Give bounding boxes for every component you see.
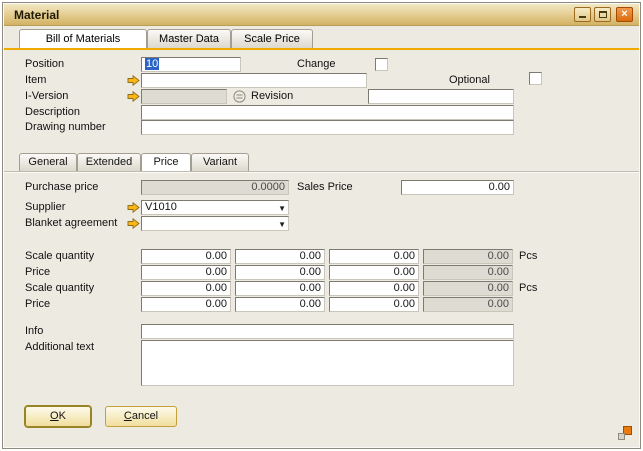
window-title: Material [14,8,59,22]
revision-input[interactable] [368,89,514,104]
cancel-label: Cancel [106,407,176,426]
position-selected-text: 10 [145,58,159,70]
unit-label: Pcs [519,281,537,296]
additional-text-label: Additional text [25,340,94,355]
unit-label: Pcs [519,249,537,264]
tab-price[interactable]: Price [141,153,191,171]
tab-bill-of-materials[interactable]: Bill of Materials [19,29,147,48]
tab-scale-price[interactable]: Scale Price [231,29,313,48]
sales-price-label: Sales Price [297,180,353,195]
sales-price-input[interactable]: 0.00 [401,180,514,195]
supplier-value: V1010 [145,202,177,213]
price-input: 0.00 [423,297,513,312]
dropdown-icon[interactable]: ▼ [278,203,286,214]
link-arrow-icon[interactable] [127,202,140,213]
description-label: Description [25,105,80,120]
supplier-label: Supplier [25,200,65,215]
item-input[interactable] [141,73,367,88]
scale-quantity-input[interactable]: 0.00 [329,281,419,296]
scale-quantity-input: 0.00 [423,281,513,296]
position-input[interactable]: 10 [141,57,241,72]
link-arrow-icon[interactable] [127,75,140,86]
link-arrow-icon[interactable] [127,91,140,102]
close-icon: × [621,8,627,20]
price-row-label: Price [25,265,50,280]
price-input[interactable]: 0.00 [329,297,419,312]
drawing-number-input[interactable] [141,120,514,135]
minimize-button[interactable] [574,7,591,22]
minimize-icon [579,16,586,18]
price-input: 0.00 [423,265,513,280]
revision-label: Revision [251,89,293,104]
purchase-price-label: Purchase price [25,180,98,195]
info-label: Info [25,324,43,339]
ok-button[interactable]: OK [25,406,91,427]
change-checkbox[interactable] [375,58,388,71]
change-label: Change [297,57,336,72]
price-row-label: Price [25,297,50,312]
scale-quantity-input[interactable]: 0.00 [141,249,231,264]
position-label: Position [25,57,64,72]
optional-label: Optional [449,73,490,88]
drawing-number-label: Drawing number [25,120,106,135]
optional-checkbox[interactable] [529,72,542,85]
supplier-select[interactable]: V1010 ▼ [141,200,289,215]
tab-variant[interactable]: Variant [191,153,249,171]
scale-quantity-label: Scale quantity [25,249,94,264]
blanket-agreement-label: Blanket agreement [25,216,117,231]
item-label: Item [25,73,46,88]
iversion-input [141,89,227,104]
maximize-icon [599,11,607,18]
cancel-button[interactable]: Cancel [105,406,177,427]
tab-master-data[interactable]: Master Data [147,29,231,48]
additional-text-input[interactable] [141,340,514,386]
resize-grip-icon[interactable] [618,426,632,440]
scale-quantity-label: Scale quantity [25,281,94,296]
ok-label: OK [26,407,90,426]
scale-quantity-input[interactable]: 0.00 [329,249,419,264]
purchase-price-input: 0.0000 [141,180,289,195]
link-arrow-icon[interactable] [127,218,140,229]
dropdown-icon[interactable]: ▼ [278,219,286,230]
tab-general[interactable]: General [19,153,77,171]
price-input[interactable]: 0.00 [329,265,419,280]
scale-quantity-input[interactable]: 0.00 [141,281,231,296]
description-input[interactable] [141,105,514,120]
scale-quantity-input[interactable]: 0.00 [235,281,325,296]
scale-quantity-input[interactable]: 0.00 [235,249,325,264]
iversion-label: I-Version [25,89,68,104]
tab-accent-line [4,48,639,50]
price-input[interactable]: 0.00 [141,265,231,280]
price-input[interactable]: 0.00 [235,297,325,312]
close-button[interactable]: × [616,7,633,22]
blanket-agreement-select[interactable]: ▼ [141,216,289,231]
price-input[interactable]: 0.00 [235,265,325,280]
tab-extended[interactable]: Extended [77,153,141,171]
inner-tab-divider [4,171,639,172]
grip-square-gray [618,433,625,440]
material-dialog: Material × Bill of Materials Master Data… [2,2,641,449]
maximize-button[interactable] [594,7,611,22]
value-help-icon[interactable] [233,90,246,103]
price-input[interactable]: 0.00 [141,297,231,312]
info-input[interactable] [141,324,514,339]
scale-quantity-input: 0.00 [423,249,513,264]
titlebar[interactable]: Material × [4,4,639,26]
